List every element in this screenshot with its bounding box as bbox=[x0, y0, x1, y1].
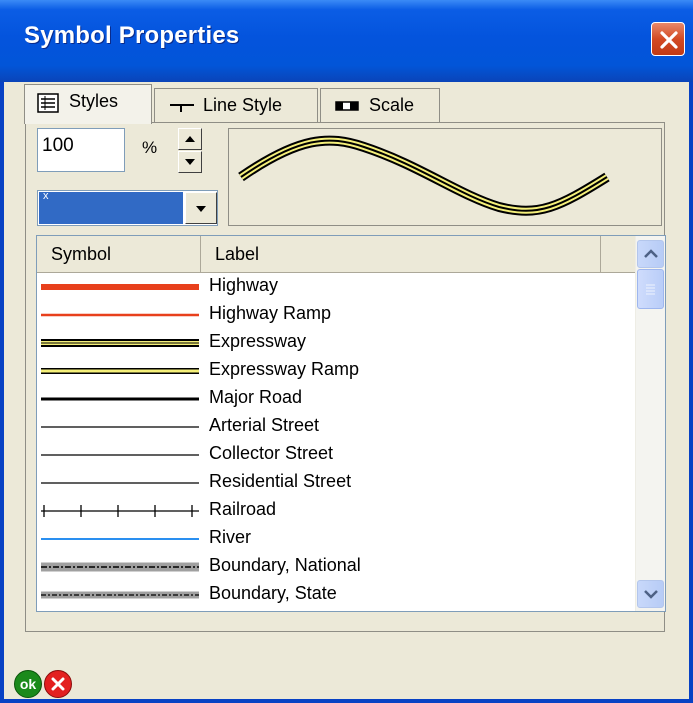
symbol-swatch bbox=[41, 482, 199, 484]
list-item-label: Expressway Ramp bbox=[209, 359, 360, 379]
close-button[interactable] bbox=[651, 22, 685, 56]
tab-scale-label: Scale bbox=[369, 95, 415, 115]
list-item[interactable]: Boundary, State bbox=[37, 581, 635, 609]
style-combobox[interactable]: x bbox=[37, 190, 218, 226]
list-rows: Highway Highway Ramp Expressway Expressway … bbox=[37, 273, 635, 609]
list-item-label: Residential Street bbox=[209, 471, 352, 491]
column-header-symbol[interactable]: Symbol bbox=[37, 236, 201, 272]
scale-percent-input[interactable]: 100 bbox=[37, 128, 125, 172]
list-header: Symbol Label bbox=[37, 236, 635, 273]
list-item-label: Collector Street bbox=[209, 443, 334, 463]
vertical-scrollbar[interactable] bbox=[635, 236, 665, 611]
list-item-label: Boundary, State bbox=[209, 583, 337, 603]
list-item-label: Highway bbox=[209, 275, 279, 295]
list-icon bbox=[37, 93, 59, 113]
list-item-label: Major Road bbox=[209, 387, 303, 407]
symbol-swatch bbox=[41, 454, 199, 456]
spinner-down-button[interactable] bbox=[178, 151, 202, 173]
scroll-thumb[interactable] bbox=[637, 269, 664, 309]
percent-label: % bbox=[142, 138, 158, 157]
line-preview bbox=[228, 128, 662, 226]
tab-scale[interactable]: Scale bbox=[320, 88, 440, 122]
list-item[interactable]: Boundary, National bbox=[37, 553, 635, 581]
list-item-label: Arterial Street bbox=[209, 415, 320, 435]
symbol-swatch bbox=[41, 591, 199, 599]
symbol-swatch bbox=[41, 505, 199, 517]
title-bar[interactable]: Symbol Properties bbox=[0, 0, 693, 82]
arrow-up-icon bbox=[185, 136, 195, 142]
list-item[interactable]: Railroad bbox=[37, 497, 635, 525]
list-item[interactable]: Expressway Ramp bbox=[37, 357, 635, 385]
chevron-up-icon bbox=[644, 249, 658, 258]
list-item[interactable]: Residential Street bbox=[37, 469, 635, 497]
scroll-down-button[interactable] bbox=[637, 580, 664, 608]
symbol-swatch bbox=[41, 397, 199, 401]
style-combobox-dropdown-button[interactable] bbox=[185, 192, 217, 224]
tab-styles-label: Styles bbox=[69, 91, 119, 111]
symbol-swatch bbox=[41, 313, 199, 317]
list-item[interactable]: Major Road bbox=[37, 385, 635, 413]
symbol-swatch bbox=[41, 284, 199, 290]
grip-icon bbox=[646, 284, 655, 295]
spinner-up-button[interactable] bbox=[178, 128, 202, 150]
close-icon bbox=[660, 31, 678, 49]
symbol-swatch bbox=[41, 538, 199, 540]
symbol-swatch bbox=[41, 339, 199, 347]
style-combobox-value[interactable]: x bbox=[39, 190, 183, 224]
list-item[interactable]: Highway Ramp bbox=[37, 301, 635, 329]
list-item[interactable]: Arterial Street bbox=[37, 413, 635, 441]
chevron-down-icon bbox=[196, 206, 206, 212]
chevron-down-icon bbox=[644, 590, 658, 599]
cancel-button[interactable] bbox=[44, 670, 72, 698]
symbol-list[interactable]: Symbol Label Highway Highway Ramp Expressw… bbox=[36, 235, 666, 612]
list-item[interactable]: Expressway bbox=[37, 329, 635, 357]
list-item-label: Railroad bbox=[209, 499, 277, 519]
list-item-label: Expressway bbox=[209, 331, 307, 351]
symbol-swatch bbox=[41, 562, 199, 572]
scale-icon bbox=[335, 101, 359, 111]
list-item[interactable]: Highway bbox=[37, 273, 635, 301]
symbol-swatch bbox=[41, 426, 199, 428]
tab-line-style[interactable]: Line Style bbox=[154, 88, 318, 122]
line-preview-curve bbox=[238, 135, 610, 216]
symbol-swatch bbox=[41, 368, 199, 374]
list-item[interactable]: Collector Street bbox=[37, 441, 635, 469]
scroll-up-button[interactable] bbox=[637, 240, 664, 268]
cancel-icon bbox=[51, 677, 65, 691]
tab-styles[interactable]: Styles bbox=[24, 84, 152, 124]
ok-button[interactable]: ok bbox=[14, 670, 42, 698]
list-item[interactable]: River bbox=[37, 525, 635, 553]
line-style-icon bbox=[170, 104, 194, 112]
list-item-label: Highway Ramp bbox=[209, 303, 332, 323]
list-item-label: Boundary, National bbox=[209, 555, 361, 575]
list-item-label: River bbox=[209, 527, 252, 547]
style-combobox-text: x bbox=[43, 190, 49, 202]
arrow-down-icon bbox=[185, 159, 195, 165]
column-header-label[interactable]: Label bbox=[201, 236, 601, 272]
window-title: Symbol Properties bbox=[24, 22, 240, 49]
tab-line-style-label: Line Style bbox=[203, 95, 283, 115]
